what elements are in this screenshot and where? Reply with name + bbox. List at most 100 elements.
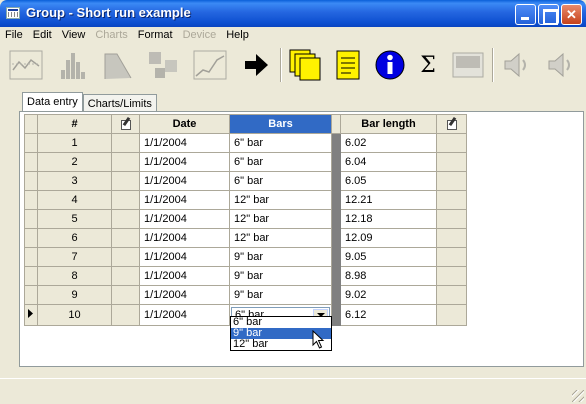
row-header[interactable] bbox=[24, 247, 38, 267]
bar-length-cell[interactable]: 12.09 bbox=[340, 228, 437, 248]
bars-cell[interactable]: 6" bar bbox=[229, 133, 332, 153]
histogram-button[interactable] bbox=[52, 46, 92, 84]
row-icon-cell bbox=[111, 209, 140, 229]
row-icon-cell bbox=[111, 304, 140, 326]
column-marker bbox=[331, 152, 341, 172]
multi-pages-button[interactable] bbox=[286, 46, 326, 84]
row-header[interactable] bbox=[24, 190, 38, 210]
table-row: 4 1/1/2004 12" bar 12.21 bbox=[24, 190, 467, 210]
speaker-button[interactable] bbox=[498, 46, 538, 84]
row-icon-cell bbox=[436, 304, 467, 326]
title-bar[interactable]: Group - Short run example bbox=[0, 0, 586, 27]
notepad-icon bbox=[336, 50, 360, 80]
menu-help[interactable]: Help bbox=[221, 27, 254, 44]
table-row: 1 1/1/2004 6" bar 6.02 bbox=[24, 133, 467, 153]
bar-length-cell[interactable]: 6.02 bbox=[340, 133, 437, 153]
row-header[interactable] bbox=[24, 266, 38, 286]
bars-cell[interactable]: 12" bar bbox=[229, 190, 332, 210]
scatter-button[interactable] bbox=[144, 46, 184, 84]
bars-cell[interactable]: 6" bar bbox=[229, 152, 332, 172]
row-header[interactable] bbox=[24, 133, 38, 153]
tab-strip: Data entry Charts/Limits bbox=[22, 92, 157, 112]
date-cell[interactable]: 1/1/2004 bbox=[139, 266, 230, 286]
bars-cell[interactable]: 12" bar bbox=[229, 228, 332, 248]
menu-edit[interactable]: Edit bbox=[28, 27, 57, 44]
row-header[interactable] bbox=[24, 152, 38, 172]
tab-charts-limits[interactable]: Charts/Limits bbox=[82, 94, 157, 112]
date-cell[interactable]: 1/1/2004 bbox=[139, 190, 230, 210]
speaker-icon bbox=[548, 52, 570, 78]
row-number: 2 bbox=[37, 152, 112, 172]
speaker-button-2[interactable] bbox=[542, 46, 582, 84]
column-header-num[interactable]: # bbox=[37, 114, 112, 134]
bars-cell[interactable]: 6" bar bbox=[229, 171, 332, 191]
trend-button[interactable] bbox=[190, 46, 230, 84]
column-header-date[interactable]: Date bbox=[139, 114, 230, 134]
bar-length-cell[interactable]: 6.04 bbox=[340, 152, 437, 172]
column-marker bbox=[331, 228, 341, 248]
menu-view[interactable]: View bbox=[57, 27, 91, 44]
date-cell[interactable]: 1/1/2004 bbox=[139, 285, 230, 305]
menu-file[interactable]: File bbox=[0, 27, 28, 44]
bar-length-cell[interactable]: 12.21 bbox=[340, 190, 437, 210]
notepad-button[interactable] bbox=[328, 46, 368, 84]
column-marker bbox=[331, 133, 341, 153]
menu-format[interactable]: Format bbox=[133, 27, 178, 44]
date-cell[interactable]: 1/1/2004 bbox=[139, 171, 230, 191]
bar-length-cell[interactable]: 12.18 bbox=[340, 209, 437, 229]
date-cell[interactable]: 1/1/2004 bbox=[139, 152, 230, 172]
row-icon-cell bbox=[436, 171, 467, 191]
row-icon-cell bbox=[111, 171, 140, 191]
arrow-right-button[interactable] bbox=[236, 46, 276, 84]
bar-length-cell[interactable]: 9.02 bbox=[340, 285, 437, 305]
chart-line-button[interactable] bbox=[6, 46, 46, 84]
row-number: 5 bbox=[37, 209, 112, 229]
date-cell[interactable]: 1/1/2004 bbox=[139, 247, 230, 267]
sigma-icon: Σ bbox=[420, 52, 436, 78]
close-button[interactable] bbox=[561, 4, 582, 25]
maximize-button[interactable] bbox=[538, 4, 559, 25]
toolbar: Σ bbox=[4, 46, 584, 86]
tab-data-entry[interactable]: Data entry bbox=[22, 92, 83, 112]
corner-cell[interactable] bbox=[24, 114, 38, 134]
mouse-cursor-icon bbox=[312, 330, 325, 349]
bars-cell[interactable]: 12" bar bbox=[229, 209, 332, 229]
column-marker bbox=[331, 247, 341, 267]
table-row: 3 1/1/2004 6" bar 6.05 bbox=[24, 171, 467, 191]
bar-length-cell[interactable]: 6.12 bbox=[340, 304, 437, 326]
bars-cell[interactable]: 9" bar bbox=[229, 266, 332, 286]
column-header-bars[interactable]: Bars bbox=[229, 114, 332, 134]
row-header[interactable] bbox=[24, 228, 38, 248]
date-cell[interactable]: 1/1/2004 bbox=[139, 228, 230, 248]
app-icon[interactable] bbox=[6, 7, 20, 19]
resize-grip-icon[interactable] bbox=[572, 390, 584, 402]
row-header[interactable] bbox=[24, 209, 38, 229]
date-cell[interactable]: 1/1/2004 bbox=[139, 304, 230, 326]
bar-length-cell[interactable]: 9.05 bbox=[340, 247, 437, 267]
chart-line-icon bbox=[9, 50, 43, 80]
row-header[interactable] bbox=[24, 304, 38, 326]
device-button[interactable] bbox=[448, 46, 488, 84]
menu-charts[interactable]: Charts bbox=[90, 27, 132, 44]
bar-length-cell[interactable]: 8.98 bbox=[340, 266, 437, 286]
row-header[interactable] bbox=[24, 285, 38, 305]
column-header-bar-length[interactable]: Bar length bbox=[340, 114, 437, 134]
column-header-edit[interactable] bbox=[111, 114, 140, 134]
table-row: 6 1/1/2004 12" bar 12.09 bbox=[24, 228, 467, 248]
bar-length-cell[interactable]: 6.05 bbox=[340, 171, 437, 191]
sigma-button[interactable]: Σ bbox=[408, 46, 448, 84]
row-icon-cell bbox=[436, 247, 467, 267]
date-cell[interactable]: 1/1/2004 bbox=[139, 209, 230, 229]
bars-cell[interactable]: 9" bar bbox=[229, 285, 332, 305]
menu-device[interactable]: Device bbox=[178, 27, 222, 44]
column-marker bbox=[331, 285, 341, 305]
minimize-button[interactable] bbox=[515, 4, 536, 25]
curve-button[interactable] bbox=[98, 46, 138, 84]
column-header-edit-2[interactable] bbox=[436, 114, 467, 134]
date-cell[interactable]: 1/1/2004 bbox=[139, 133, 230, 153]
row-icon-cell bbox=[436, 228, 467, 248]
info-button[interactable] bbox=[370, 46, 410, 84]
bars-cell[interactable]: 9" bar bbox=[229, 247, 332, 267]
window-title: Group - Short run example bbox=[26, 5, 191, 20]
row-header[interactable] bbox=[24, 171, 38, 191]
